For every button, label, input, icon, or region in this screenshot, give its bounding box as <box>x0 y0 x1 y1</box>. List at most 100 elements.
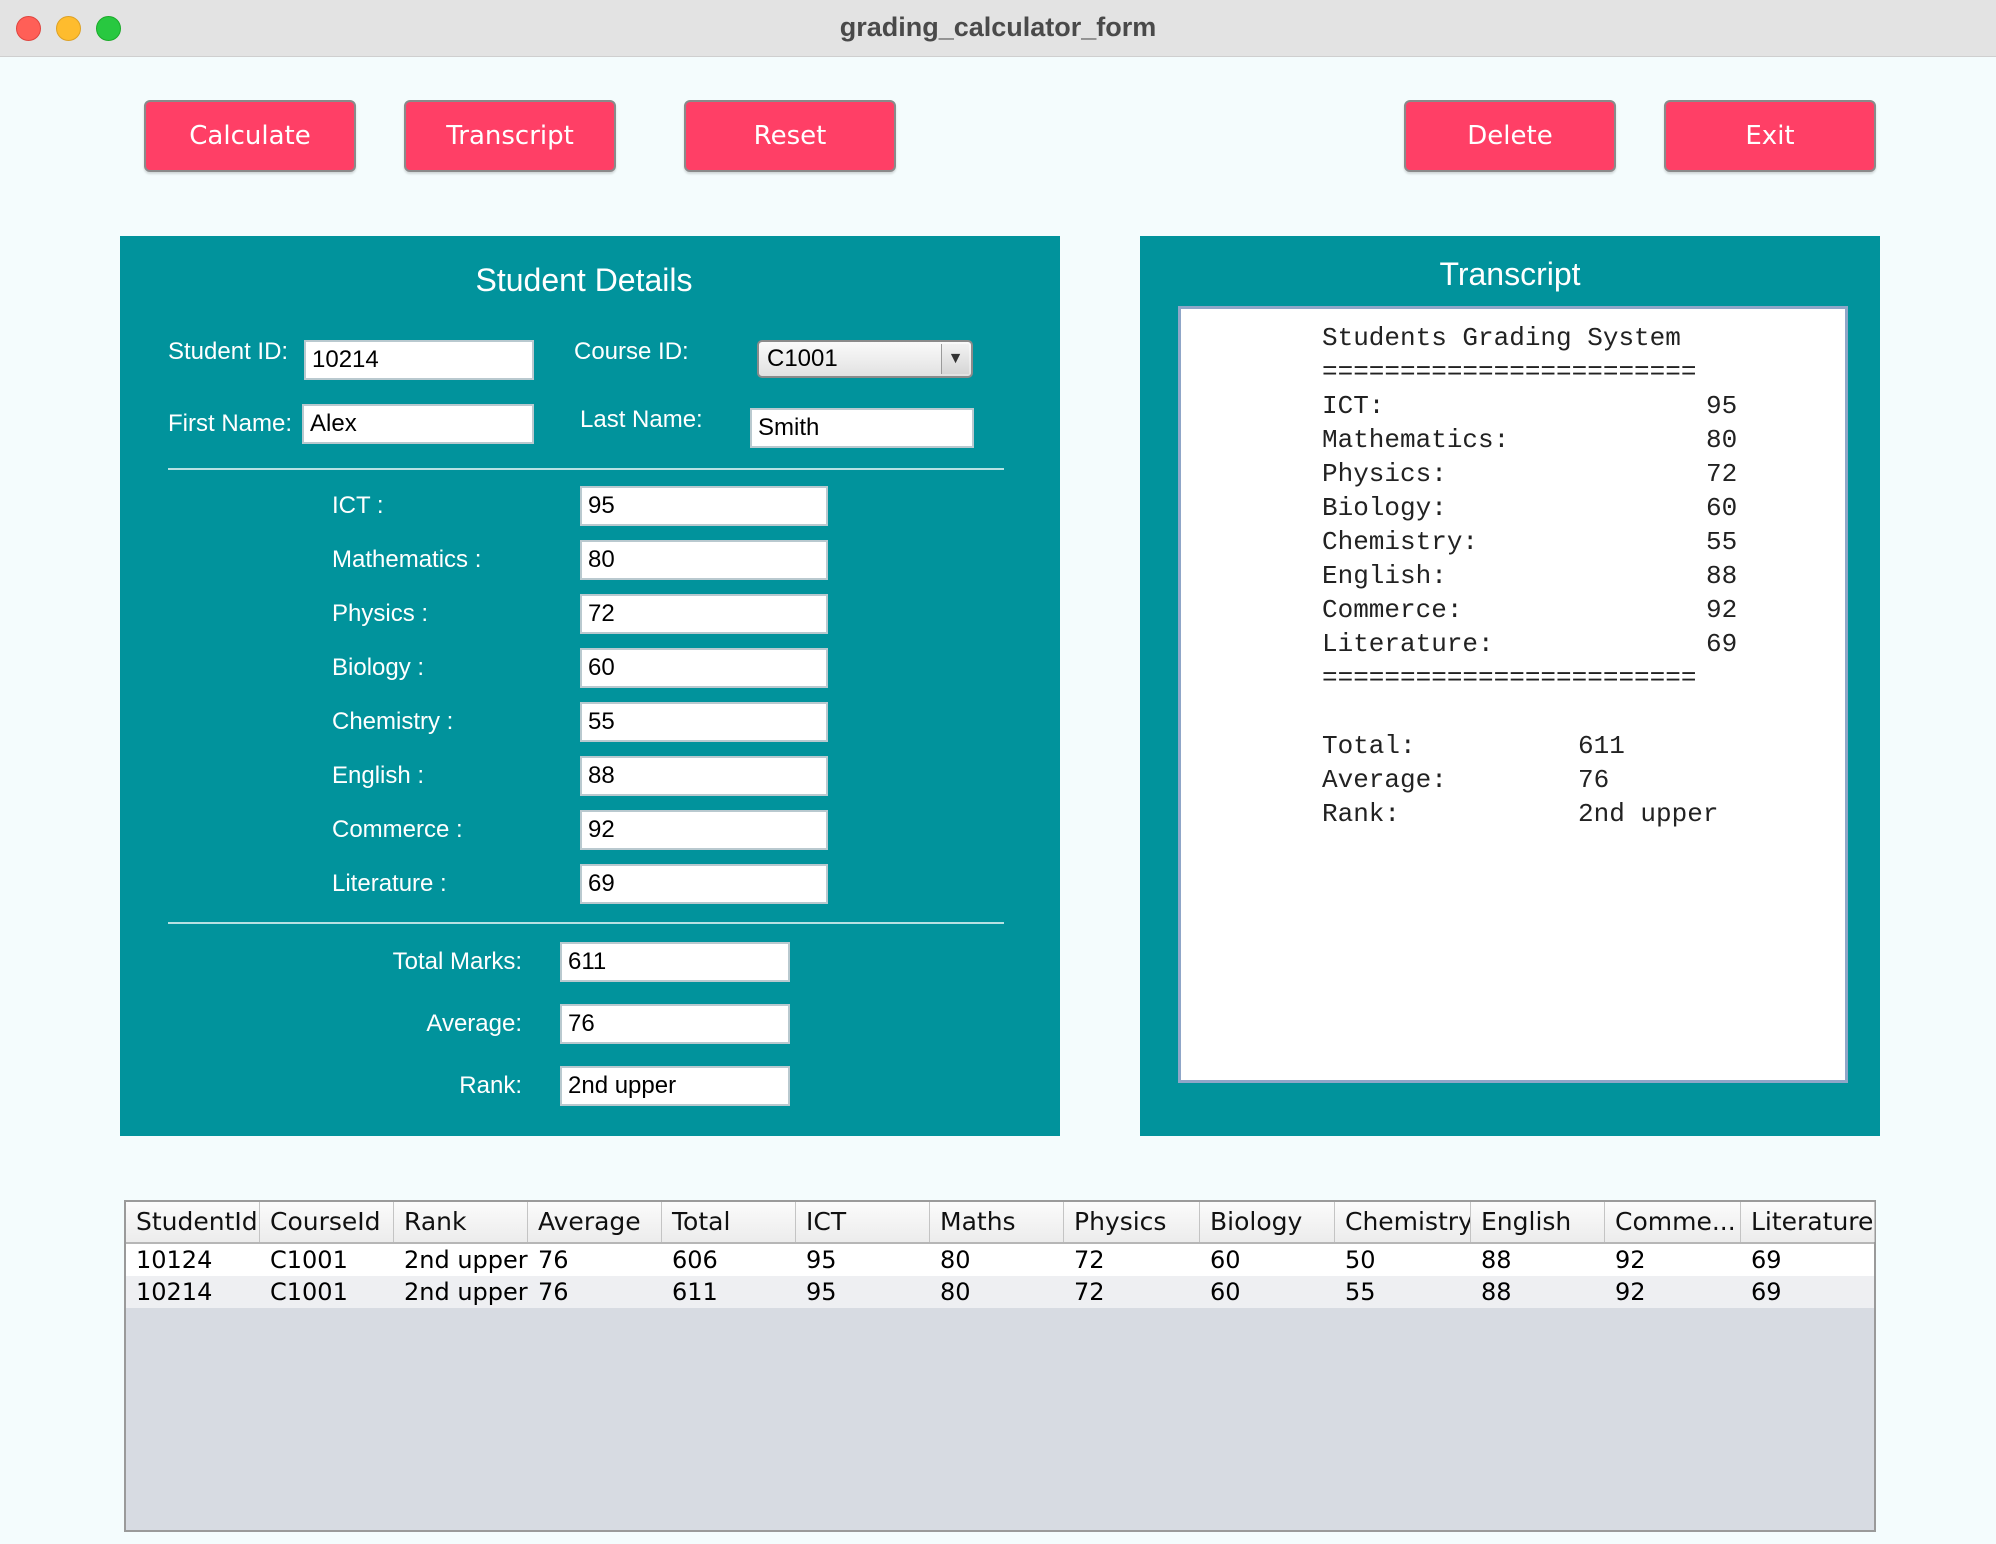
table-cell: 60 <box>1210 1278 1241 1306</box>
course-id-label: Course ID: <box>574 338 689 365</box>
transcript-total-label: Total: <box>1322 731 1416 761</box>
column-header[interactable]: Average <box>528 1202 662 1242</box>
table-cell: 76 <box>538 1278 569 1306</box>
calculate-button[interactable]: Calculate <box>144 100 356 172</box>
transcript-total-value: 611 <box>1578 731 1625 761</box>
average-field[interactable]: 76 <box>560 1004 790 1044</box>
column-header[interactable]: Rank <box>394 1202 528 1242</box>
rank-field[interactable]: 2nd upper <box>560 1066 790 1106</box>
table-cell: 88 <box>1481 1278 1512 1306</box>
rank-label: Rank: <box>459 1072 522 1099</box>
last-name-label: Last Name: <box>580 406 703 433</box>
transcript-subject-name: Commerce: <box>1322 595 1463 625</box>
subject-label-english: English : <box>332 762 425 789</box>
average-label: Average: <box>426 1010 522 1037</box>
transcript-subject-score: 60 <box>1706 493 1738 523</box>
window-titlebar: grading_calculator_form <box>0 0 1996 57</box>
results-table[interactable]: StudentId CourseId Rank Average Total IC… <box>124 1200 1876 1532</box>
table-cell: 10124 <box>136 1246 213 1274</box>
course-id-value: C1001 <box>767 345 838 372</box>
transcript-subject-score: 55 <box>1706 527 1738 557</box>
subject-field-commerce[interactable]: 92 <box>580 810 828 850</box>
table-cell: 50 <box>1345 1246 1376 1274</box>
transcript-subject-name: Biology: <box>1322 493 1447 523</box>
subject-field-mathematics[interactable]: 80 <box>580 540 828 580</box>
transcript-subject-score: 95 <box>1706 391 1738 421</box>
student-id-field[interactable]: 10214 <box>304 340 534 380</box>
table-cell: 69 <box>1751 1246 1782 1274</box>
exit-button[interactable]: Exit <box>1664 100 1876 172</box>
student-details-title: Student Details <box>475 262 693 298</box>
column-header[interactable]: Maths <box>930 1202 1064 1242</box>
column-header[interactable]: Literature <box>1741 1202 1875 1242</box>
subject-field-english[interactable]: 88 <box>580 756 828 796</box>
table-cell: 72 <box>1074 1246 1105 1274</box>
table-cell: 55 <box>1345 1278 1376 1306</box>
transcript-average-label: Average: <box>1322 765 1447 795</box>
column-header[interactable]: Total <box>662 1202 796 1242</box>
column-header[interactable]: ICT <box>796 1202 930 1242</box>
chevron-down-icon[interactable]: ▼ <box>941 344 969 374</box>
transcript-separator: ======================== <box>1322 357 1697 387</box>
table-cell: 69 <box>1751 1278 1782 1306</box>
student-id-label: Student ID: <box>168 338 289 365</box>
delete-button[interactable]: Delete <box>1404 100 1616 172</box>
column-header[interactable]: Comme... <box>1605 1202 1741 1242</box>
subject-field-biology[interactable]: 60 <box>580 648 828 688</box>
column-header[interactable]: StudentId <box>126 1202 260 1242</box>
table-cell: 88 <box>1481 1246 1512 1274</box>
subject-label-physics: Physics : <box>332 600 429 627</box>
table-cell: 76 <box>538 1246 569 1274</box>
window-title: grading_calculator_form <box>839 12 1157 42</box>
transcript-subject-name: English: <box>1322 561 1447 591</box>
table-cell: 60 <box>1210 1246 1241 1274</box>
table-cell: 92 <box>1615 1278 1646 1306</box>
transcript-subject-name: ICT: <box>1322 391 1385 421</box>
total-marks-field[interactable]: 611 <box>560 942 790 982</box>
table-row[interactable]: 10214 C1001 2nd upper 76 611 95 80 72 60… <box>126 1276 1874 1308</box>
table-header: StudentId CourseId Rank Average Total IC… <box>126 1202 1875 1244</box>
subject-field-literature[interactable]: 69 <box>580 864 828 904</box>
table-cell: 2nd upper <box>404 1278 528 1306</box>
course-id-dropdown[interactable]: C1001 ▼ <box>757 340 973 378</box>
transcript-heading: Students Grading System <box>1322 323 1681 353</box>
table-cell: 95 <box>806 1278 837 1306</box>
transcript-subject-name: Physics: <box>1322 459 1447 489</box>
subject-field-physics[interactable]: 72 <box>580 594 828 634</box>
subject-label-chemistry: Chemistry : <box>332 708 454 735</box>
table-cell: 10214 <box>136 1278 213 1306</box>
transcript-title: Transcript <box>1439 256 1581 292</box>
transcript-subject-score: 69 <box>1706 629 1738 659</box>
subject-label-ict: ICT : <box>332 492 384 519</box>
table-cell: 80 <box>940 1278 971 1306</box>
table-cell: 92 <box>1615 1246 1646 1274</box>
table-row[interactable]: 10124 C1001 2nd upper 76 606 95 80 72 60… <box>126 1244 1874 1276</box>
subject-field-ict[interactable]: 95 <box>580 486 828 526</box>
transcript-subject-score: 72 <box>1706 459 1738 489</box>
transcript-rank-label: Rank: <box>1322 799 1401 829</box>
first-name-field[interactable]: Alex <box>302 404 534 444</box>
subject-field-chemistry[interactable]: 55 <box>580 702 828 742</box>
transcript-subject-name: Mathematics: <box>1322 425 1510 455</box>
table-cell: 611 <box>672 1278 718 1306</box>
last-name-field[interactable]: Smith <box>750 408 974 448</box>
divider <box>168 468 1004 470</box>
reset-button[interactable]: Reset <box>684 100 896 172</box>
transcript-button[interactable]: Transcript <box>404 100 616 172</box>
column-header[interactable]: Biology <box>1200 1202 1335 1242</box>
table-cell: 2nd upper <box>404 1246 528 1274</box>
subject-label-biology: Biology : <box>332 654 425 681</box>
column-header[interactable]: CourseId <box>260 1202 394 1242</box>
column-header[interactable]: English <box>1471 1202 1605 1242</box>
column-header[interactable]: Physics <box>1064 1202 1200 1242</box>
transcript-rank-value: 2nd upper <box>1578 799 1719 829</box>
column-header[interactable]: Chemistry <box>1335 1202 1471 1242</box>
divider <box>168 922 1004 924</box>
transcript-separator: ======================== <box>1322 663 1697 693</box>
table-cell: 606 <box>672 1246 718 1274</box>
transcript-subject-score: 92 <box>1706 595 1738 625</box>
table-cell: 80 <box>940 1246 971 1274</box>
transcript-subject-score: 80 <box>1706 425 1738 455</box>
transcript-subject-score: 88 <box>1706 561 1738 591</box>
transcript-subject-name: Literature: <box>1322 629 1494 659</box>
